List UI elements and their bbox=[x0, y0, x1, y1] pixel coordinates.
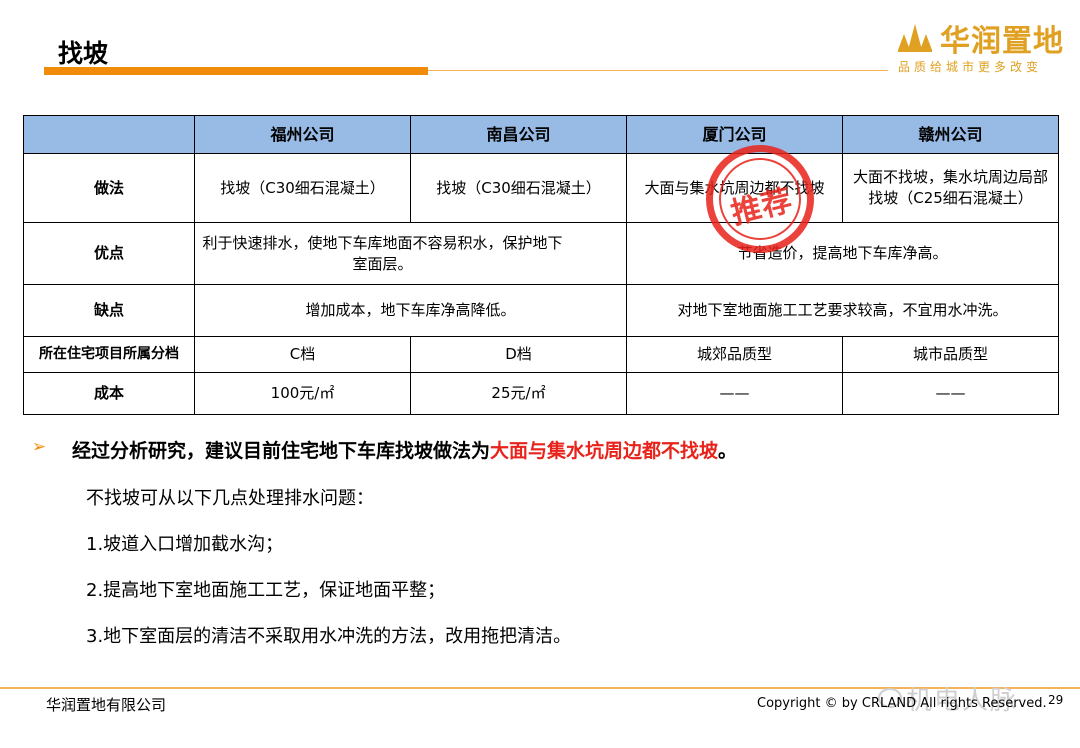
cell-method-ganzhou: 大面不找坡，集水坑周边局部找坡（C25细石混凝土） bbox=[842, 153, 1059, 223]
conclusion-prefix: 经过分析研究，建议目前住宅地下车库找坡做法为 bbox=[72, 440, 491, 462]
page-title: 找坡 bbox=[58, 39, 109, 68]
row-label-grade: 所在住宅项目所属分档 bbox=[23, 336, 195, 373]
cell-advantages-left: 利于快速排水，使地下车库地面不容易积水，保护地下室面层。 bbox=[194, 222, 627, 285]
cell-cost-xiamen: —— bbox=[626, 372, 843, 415]
logo-name: 华润置地 bbox=[940, 24, 1064, 59]
cell-disadvantages-left: 增加成本，地下车库净高降低。 bbox=[194, 284, 627, 337]
drainage-item: 2.提高地下室地面施工工艺，保证地面平整； bbox=[86, 580, 446, 601]
page-number: 29 bbox=[1048, 693, 1064, 707]
header-empty bbox=[23, 115, 195, 154]
conclusion-text: 经过分析研究，建议目前住宅地下车库找坡做法为大面与集水坑周边都不找坡。 bbox=[72, 436, 737, 463]
drainage-item: 1.坡道入口增加截水沟； bbox=[86, 534, 284, 555]
footer-copyright: Copyright © by CRLAND All rights Reserve… bbox=[757, 696, 1047, 711]
drainage-item: 3.地下室面层的清洁不采取用水冲洗的方法，改用拖把清洁。 bbox=[86, 626, 572, 647]
cell-disadvantages-right: 对地下室地面施工工艺要求较高，不宜用水冲洗。 bbox=[626, 284, 1059, 337]
conclusion-suffix: 。 bbox=[718, 440, 738, 462]
row-label-disadvantages: 缺点 bbox=[23, 284, 195, 337]
cell-grade-ganzhou: 城市品质型 bbox=[842, 336, 1059, 373]
cell-cost-nanchang: 25元/㎡ bbox=[410, 372, 627, 415]
arrow-bullet-icon: ➢ bbox=[32, 437, 47, 457]
cell-cost-fuzhou: 100元/㎡ bbox=[194, 372, 411, 415]
conclusion-highlight: 大面与集水坑周边都不找坡 bbox=[490, 440, 719, 462]
header-nanchang: 南昌公司 bbox=[410, 115, 627, 154]
company-logo: 华润置地 品质给城市更多改变 bbox=[896, 14, 1072, 76]
footer-company: 华润置地有限公司 bbox=[46, 696, 167, 714]
header-fuzhou: 福州公司 bbox=[194, 115, 411, 154]
cell-grade-nanchang: D档 bbox=[410, 336, 627, 373]
row-label-cost: 成本 bbox=[23, 372, 195, 415]
comparison-table: 福州公司 南昌公司 厦门公司 赣州公司 做法 找坡（C30细石混凝土） 找坡（C… bbox=[23, 115, 1059, 415]
logo-mark-icon bbox=[898, 24, 932, 52]
cell-cost-ganzhou: —— bbox=[842, 372, 1059, 415]
drainage-intro: 不找坡可从以下几点处理排水问题： bbox=[86, 488, 374, 509]
table-header-row: 福州公司 南昌公司 厦门公司 赣州公司 bbox=[23, 115, 1059, 154]
cell-grade-fuzhou: C档 bbox=[194, 336, 411, 373]
row-label-method: 做法 bbox=[23, 153, 195, 223]
cell-method-nanchang: 找坡（C30细石混凝土） bbox=[410, 153, 627, 223]
logo-slogan: 品质给城市更多改变 bbox=[898, 60, 1043, 74]
cell-advantages-right: 节省造价，提高地下车库净高。 bbox=[626, 222, 1059, 285]
table-row-advantages: 优点 利于快速排水，使地下车库地面不容易积水，保护地下室面层。 节省造价，提高地… bbox=[23, 222, 1059, 285]
title-underline-thin bbox=[428, 70, 888, 71]
row-label-advantages: 优点 bbox=[23, 222, 195, 285]
cell-method-fuzhou: 找坡（C30细石混凝土） bbox=[194, 153, 411, 223]
header-ganzhou: 赣州公司 bbox=[842, 115, 1059, 154]
cell-grade-xiamen: 城郊品质型 bbox=[626, 336, 843, 373]
table-row-cost: 成本 100元/㎡ 25元/㎡ —— —— bbox=[23, 372, 1059, 415]
table-row-grade: 所在住宅项目所属分档 C档 D档 城郊品质型 城市品质型 bbox=[23, 336, 1059, 373]
table-row-method: 做法 找坡（C30细石混凝土） 找坡（C30细石混凝土） 大面与集水坑周边都不找… bbox=[23, 153, 1059, 223]
header-xiamen: 厦门公司 bbox=[626, 115, 843, 154]
title-underline-bar bbox=[44, 67, 428, 75]
table-row-disadvantages: 缺点 增加成本，地下车库净高降低。 对地下室地面施工工艺要求较高，不宜用水冲洗。 bbox=[23, 284, 1059, 337]
